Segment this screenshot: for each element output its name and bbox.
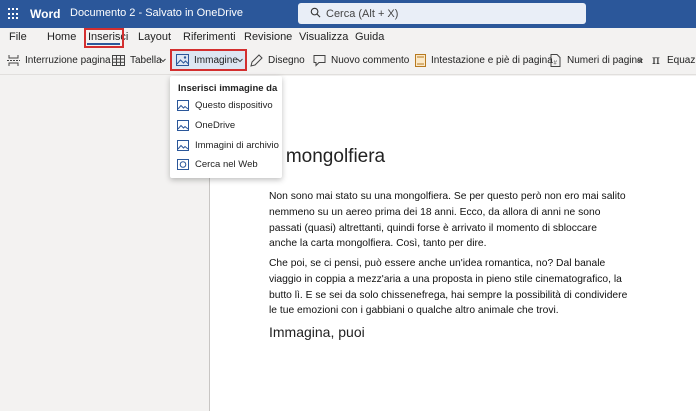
chevron-down-icon: [160, 58, 166, 63]
search-box[interactable]: [298, 3, 586, 24]
comment-icon: [313, 55, 326, 67]
tab-highlight-box: [84, 28, 124, 48]
tab-riferimenti[interactable]: Riferimenti: [183, 31, 236, 43]
page-break-button[interactable]: Interruzione pagina: [7, 54, 111, 68]
chevron-down-icon: [637, 58, 643, 63]
document-title[interactable]: Documento 2 - Salvato in OneDrive: [70, 7, 243, 19]
tab-file[interactable]: File: [9, 31, 27, 43]
menu-item-onedrive[interactable]: OneDrive: [170, 117, 282, 135]
page-numbers-button[interactable]: # Numeri di pagina: [549, 54, 645, 68]
tab-visualizza[interactable]: Visualizza: [299, 31, 348, 43]
drawing-button[interactable]: Disegno: [250, 54, 305, 68]
new-comment-button[interactable]: Nuovo commento: [313, 54, 409, 68]
web-image-icon: [177, 159, 189, 170]
title-bar: Word Documento 2 - Salvato in OneDrive: [0, 0, 696, 28]
insert-image-dropdown: Inserisci immagine da Questo dispositivo…: [170, 76, 282, 178]
table-icon: [112, 55, 125, 66]
paragraph-1[interactable]: Non sono mai stato su una mongolfiera. S…: [269, 189, 639, 252]
drawing-icon: [250, 54, 263, 67]
chevron-down-icon: [237, 58, 243, 63]
header-footer-icon: [415, 54, 426, 67]
page-number-icon: #: [550, 54, 561, 67]
stock-image-icon: [177, 140, 189, 151]
tab-revisione[interactable]: Revisione: [244, 31, 292, 43]
tab-guida[interactable]: Guida: [355, 31, 384, 43]
equation-icon: π: [652, 54, 660, 67]
image-icon: [176, 54, 189, 66]
tab-layout[interactable]: Layout: [138, 31, 171, 43]
table-button[interactable]: Tabella: [112, 54, 167, 68]
active-tab-indicator: [87, 43, 120, 45]
document-page[interactable]: a mongolfiera Non sono mai stato su una …: [209, 76, 696, 411]
search-icon: [310, 7, 321, 18]
document-subheading[interactable]: Immagina, puoi: [269, 324, 365, 340]
app-name[interactable]: Word: [30, 7, 60, 21]
svg-text:#: #: [554, 61, 558, 67]
image-button[interactable]: Immagine: [170, 49, 247, 71]
header-footer-button[interactable]: Intestazione e piè di pagina: [414, 54, 553, 68]
device-image-icon: [177, 100, 189, 111]
search-input[interactable]: [326, 5, 576, 22]
onedrive-image-icon: [177, 120, 189, 131]
page-break-icon: [7, 55, 20, 66]
menu-item-stock-images[interactable]: Immagini di archivio: [170, 137, 282, 155]
menu-item-this-device[interactable]: Questo dispositivo: [170, 97, 282, 115]
app-launcher-icon[interactable]: [8, 8, 20, 20]
dropdown-header: Inserisci immagine da: [178, 83, 278, 94]
paragraph-2[interactable]: Che poi, se ci pensi, può essere anche u…: [269, 256, 639, 319]
equation-button[interactable]: π Equazio: [652, 54, 696, 68]
tab-home[interactable]: Home: [47, 31, 76, 43]
menu-item-web-search[interactable]: Cerca nel Web: [170, 156, 282, 174]
document-heading[interactable]: a mongolfiera: [270, 146, 385, 168]
